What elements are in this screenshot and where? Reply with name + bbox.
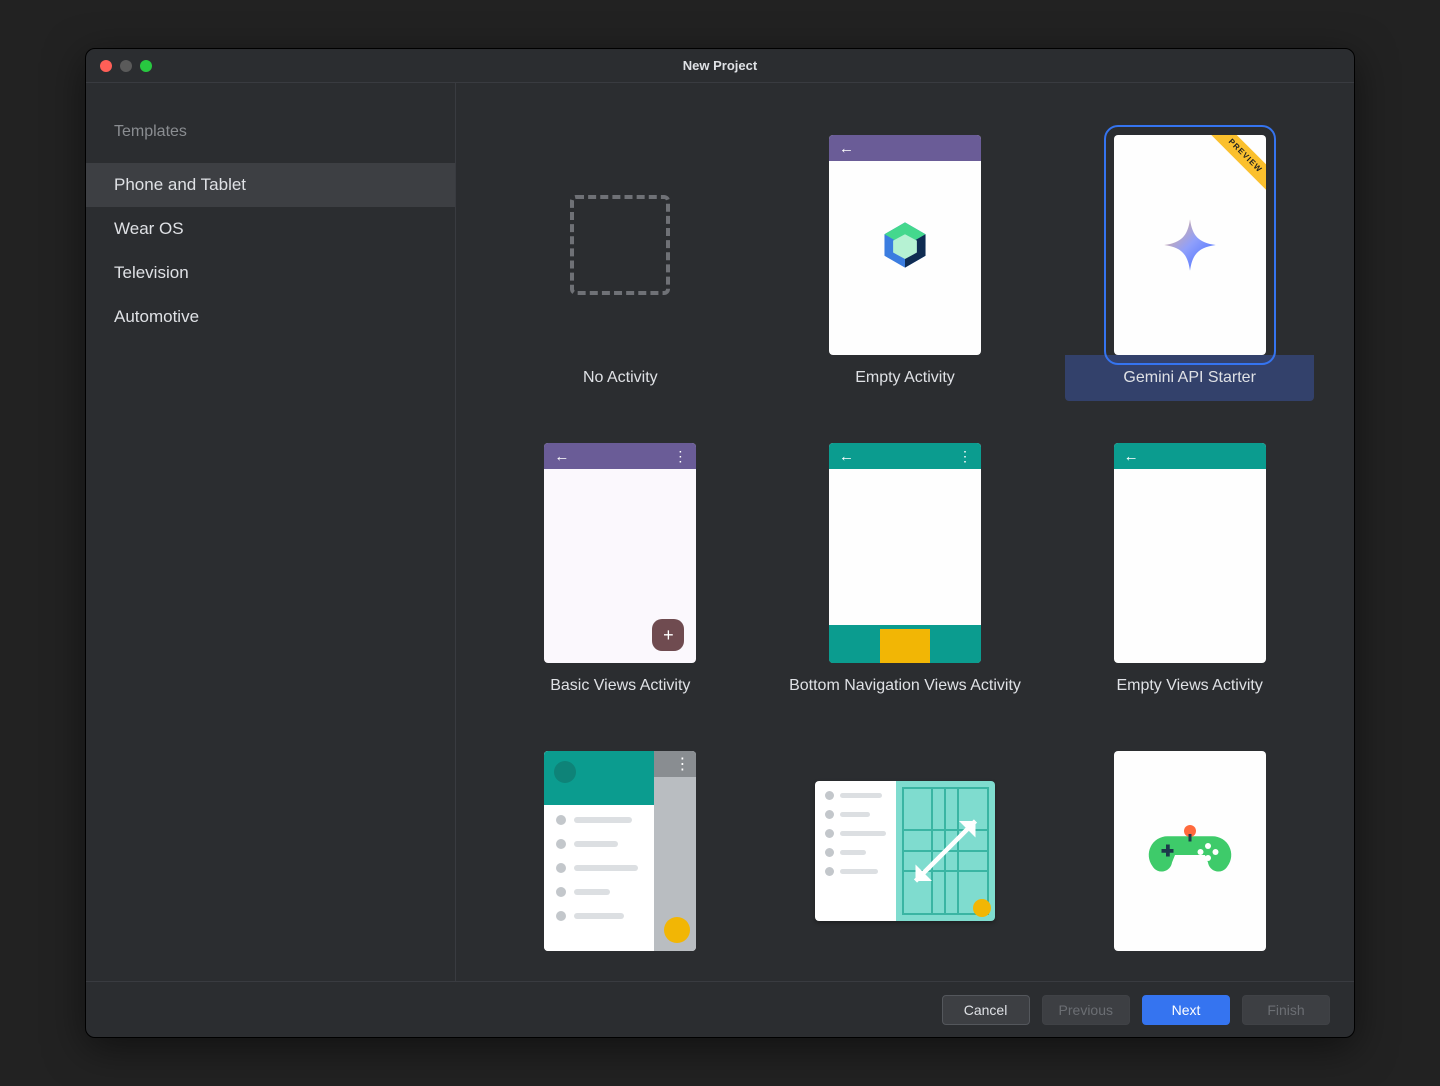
titlebar: New Project bbox=[86, 49, 1354, 83]
sidebar-item-automotive[interactable]: Automotive bbox=[86, 295, 455, 339]
template-card-navigation-drawer-views-activity[interactable]: ⋮ bbox=[490, 745, 751, 951]
back-arrow-icon: ← bbox=[1124, 449, 1139, 464]
fab-icon bbox=[973, 899, 991, 917]
template-label: Bottom Navigation Views Activity bbox=[781, 663, 1030, 709]
template-thumb: PREVIEW bbox=[1114, 135, 1266, 355]
dialog-footer: Cancel Previous Next Finish bbox=[86, 981, 1354, 1037]
template-label: Gemini API Starter bbox=[1065, 355, 1314, 401]
template-card-empty-views-activity[interactable]: ← Empty Views Activity bbox=[1059, 437, 1320, 709]
gemini-spark-icon bbox=[1162, 217, 1218, 273]
template-label: Empty Activity bbox=[781, 355, 1030, 401]
avatar-icon bbox=[554, 761, 576, 783]
drawer-panel-icon bbox=[544, 751, 653, 951]
template-thumb: ← bbox=[1114, 443, 1266, 663]
template-gallery[interactable]: No Activity ← bbox=[456, 83, 1354, 981]
game-controller-icon bbox=[1145, 825, 1235, 878]
new-project-dialog: New Project Templates Phone and Tablet W… bbox=[85, 48, 1355, 1038]
preview-badge: PREVIEW bbox=[1206, 135, 1265, 194]
template-label: No Activity bbox=[496, 355, 745, 401]
overflow-menu-icon: ⋮ bbox=[673, 448, 686, 465]
next-button[interactable]: Next bbox=[1142, 995, 1230, 1025]
template-card-empty-activity[interactable]: ← Empty Activity bbox=[775, 129, 1036, 401]
button-label: Cancel bbox=[964, 1002, 1008, 1018]
close-window-button[interactable] bbox=[100, 60, 112, 72]
template-thumb: ← bbox=[829, 135, 981, 355]
placeholder-icon bbox=[570, 195, 670, 295]
template-label: Basic Views Activity bbox=[496, 663, 745, 709]
template-card-gemini-api-starter[interactable]: PREVIEW Gemini AP bbox=[1059, 129, 1320, 401]
template-card-bottom-navigation-views-activity[interactable]: ← ⋮ Bottom Navigation Views Activity bbox=[775, 437, 1036, 709]
back-arrow-icon: ← bbox=[554, 449, 569, 464]
sidebar-item-label: Phone and Tablet bbox=[114, 175, 246, 194]
template-card-game-activity[interactable] bbox=[1059, 745, 1320, 951]
zoom-window-button[interactable] bbox=[140, 60, 152, 72]
cancel-button[interactable]: Cancel bbox=[942, 995, 1030, 1025]
resize-arrow-icon bbox=[908, 793, 983, 909]
sidebar-item-label: Wear OS bbox=[114, 219, 184, 238]
sidebar-item-label: Automotive bbox=[114, 307, 199, 326]
template-grid: No Activity ← bbox=[490, 129, 1320, 951]
sidebar-item-label: Television bbox=[114, 263, 189, 282]
overflow-menu-icon: ⋮ bbox=[654, 751, 697, 777]
bottom-nav-icon bbox=[829, 629, 981, 663]
sidebar-heading: Templates bbox=[86, 113, 455, 163]
overflow-menu-icon: ⋮ bbox=[958, 448, 971, 465]
template-thumb: ← ⋮ + bbox=[544, 443, 696, 663]
template-label: Empty Views Activity bbox=[1065, 663, 1314, 709]
appbar-icon: ← ⋮ bbox=[829, 443, 981, 469]
sidebar-item-television[interactable]: Television bbox=[86, 251, 455, 295]
sidebar-item-phone-and-tablet[interactable]: Phone and Tablet bbox=[86, 163, 455, 207]
appbar-icon: ← bbox=[1114, 443, 1266, 469]
template-thumb: ⋮ bbox=[544, 751, 696, 951]
window-title: New Project bbox=[86, 58, 1354, 73]
template-card-no-activity[interactable]: No Activity bbox=[490, 129, 751, 401]
window-controls bbox=[86, 60, 152, 72]
template-card-basic-views-activity[interactable]: ← ⋮ + Basic Views Activity bbox=[490, 437, 751, 709]
back-arrow-icon: ← bbox=[839, 449, 854, 464]
back-arrow-icon: ← bbox=[839, 141, 854, 156]
template-thumb: ← ⋮ bbox=[829, 443, 981, 663]
dialog-body: Templates Phone and Tablet Wear OS Telev… bbox=[86, 83, 1354, 981]
button-label: Previous bbox=[1059, 1002, 1113, 1018]
previous-button: Previous bbox=[1042, 995, 1130, 1025]
minimize-window-button[interactable] bbox=[120, 60, 132, 72]
template-card-responsive-views-activity[interactable] bbox=[775, 745, 1036, 951]
template-categories-sidebar: Templates Phone and Tablet Wear OS Telev… bbox=[86, 83, 456, 981]
appbar-icon: ← bbox=[829, 135, 981, 161]
finish-button: Finish bbox=[1242, 995, 1330, 1025]
fab-icon: + bbox=[652, 619, 684, 651]
button-label: Next bbox=[1172, 1002, 1201, 1018]
appbar-icon: ← ⋮ bbox=[544, 443, 696, 469]
sidebar-item-wear-os[interactable]: Wear OS bbox=[86, 207, 455, 251]
button-label: Finish bbox=[1267, 1002, 1304, 1018]
template-thumb bbox=[544, 135, 696, 355]
compose-logo-icon bbox=[878, 218, 932, 272]
template-thumb bbox=[1114, 751, 1266, 951]
template-thumb bbox=[795, 751, 1015, 951]
